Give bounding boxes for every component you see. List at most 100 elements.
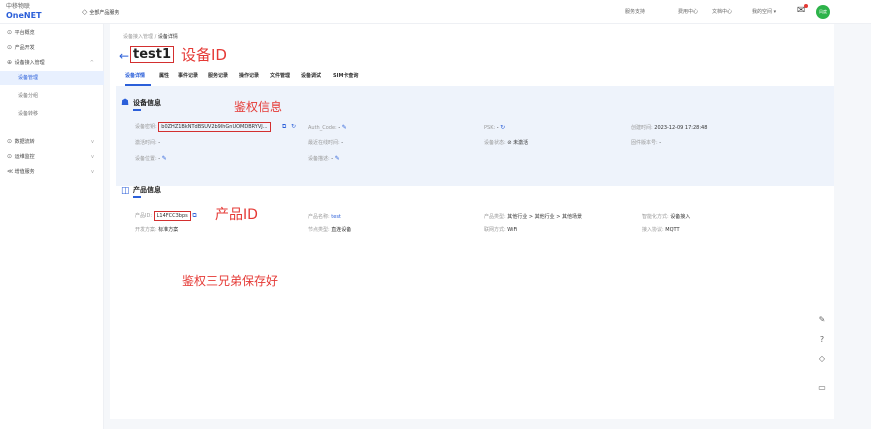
annotation-product-id: 产品ID	[215, 207, 258, 223]
protocol-field: 接入协议: MQTT	[642, 226, 680, 233]
sidebar-item-label: 设备接入管理	[14, 60, 45, 66]
device-desc-value: -	[331, 156, 334, 162]
breadcrumb: 设备接入管理 / 设备详情	[123, 33, 178, 40]
product-type-value: 其他行业 > 其他行业 > 其他场景	[507, 214, 583, 220]
edit-icon[interactable]: ✎	[342, 124, 347, 131]
tab-sim-query[interactable]: SIM卡查询	[333, 72, 358, 79]
psk-label: PSK:	[484, 125, 496, 131]
content-panel: 设备接入管理 / 设备详情 ← test1 设备ID 设备详情 属性 事件记录 …	[110, 24, 834, 419]
device-name: test1	[130, 46, 175, 63]
last-online-label: 最近在线时间:	[308, 140, 340, 146]
network-mode-value: WiFi	[507, 227, 518, 233]
sidebar-item-data-flow[interactable]: ⊙ 数据流转 v	[0, 135, 104, 149]
created-time-field: 创建时间: 2023-12-09 17:28:48	[631, 124, 707, 131]
node-type-value: 直连设备	[331, 227, 352, 233]
device-info-icon: ☗	[121, 98, 130, 108]
overview-icon: ⊙	[7, 29, 13, 36]
dev-scheme-value: 标准方案	[158, 227, 179, 233]
logo-line1: 中移物联	[6, 3, 31, 10]
node-type-label: 节点类型:	[308, 227, 330, 233]
tab-properties[interactable]: 属性	[159, 72, 169, 79]
edit-icon[interactable]: ✎	[815, 313, 829, 327]
monitor-icon: ⊙	[7, 153, 13, 160]
device-secret-label: 设备密钥:	[135, 124, 157, 130]
locate-icon[interactable]: ◇	[815, 352, 829, 366]
sidebar-item-device-group[interactable]: 设备分组	[0, 89, 104, 103]
sidebar-item-label: 数据流转	[14, 139, 35, 145]
firmware-value: -	[659, 140, 662, 146]
tab-services[interactable]: 服务记录	[208, 72, 228, 79]
sidebar-item-product-dev[interactable]: ⊙ 产品开发	[0, 41, 104, 55]
section-underline	[133, 109, 141, 111]
sidebar-item-label: 运维监控	[14, 154, 35, 160]
device-secret-field: 设备密钥: b0ZHZ1BkNTdBSUV2b9lhGnUOMDBRYVJ...	[135, 122, 271, 132]
tab-files[interactable]: 文件管理	[270, 72, 290, 79]
help-icon[interactable]: ?	[815, 333, 829, 347]
support-link[interactable]: 服务支持	[625, 8, 645, 15]
device-location-field: 设备位置: - ✎	[135, 155, 167, 162]
breadcrumb-root[interactable]: 设备接入管理	[123, 34, 153, 40]
auth-code-field: Auth_Code: - ✎	[308, 124, 347, 131]
sidebar-item-value-added[interactable]: ≪ 增值服务 v	[0, 165, 104, 179]
device-status-label: 设备状态:	[484, 140, 506, 146]
tab-debug[interactable]: 设备调试	[301, 72, 321, 79]
device-location-label: 设备位置:	[135, 156, 157, 162]
top-bar: 中移物联 OneNET ◇ 全部产品服务 服务支持 费用中心 文档中心 我的空间 …	[0, 0, 871, 24]
refresh-icon[interactable]: ↻	[291, 123, 296, 130]
sidebar-item-ops-monitor[interactable]: ⊙ 运维监控 v	[0, 150, 104, 164]
grid-icon: ◇	[82, 8, 88, 16]
avatar[interactable]: 风度	[816, 5, 830, 19]
device-desc-label: 设备描述:	[308, 156, 330, 162]
annotation-device-id: 设备ID	[181, 46, 227, 64]
sidebar-item-device-transfer[interactable]: 设备转移	[0, 107, 104, 121]
data-flow-icon: ⊙	[7, 138, 13, 145]
edit-icon[interactable]: ✎	[335, 155, 340, 162]
value-added-icon: ≪	[7, 168, 14, 175]
refresh-icon[interactable]: ↻	[500, 124, 505, 131]
activated-time-value: -	[158, 140, 161, 146]
device-location-value: -	[158, 156, 161, 162]
copy-icon[interactable]: ⧉	[192, 212, 196, 219]
sidebar-item-device-access[interactable]: ⊕ 设备接入管理 ^	[0, 56, 104, 70]
billing-link[interactable]: 费用中心	[678, 8, 698, 15]
breadcrumb-current: 设备详情	[157, 34, 178, 40]
tab-operations[interactable]: 操作记录	[239, 72, 259, 79]
product-info-icon: ◫	[121, 186, 130, 196]
notification-dot	[804, 4, 808, 8]
activated-time-field: 激活时间: -	[135, 139, 160, 146]
back-arrow-icon[interactable]: ←	[119, 49, 129, 63]
protocol-value: MQTT	[665, 227, 680, 233]
tab-events[interactable]: 事件记录	[178, 72, 198, 79]
docs-link[interactable]: 文档中心	[712, 8, 732, 15]
product-name-field: 产品名称: test	[308, 213, 341, 220]
all-products-menu[interactable]: ◇ 全部产品服务	[82, 8, 119, 16]
device-desc-field: 设备描述: - ✎	[308, 155, 340, 162]
section-underline	[133, 196, 141, 198]
created-time-value: 2023-12-09 17:28:48	[654, 125, 708, 131]
sidebar-item-device-management[interactable]: 设备管理	[0, 71, 104, 85]
sidebar-item-overview[interactable]: ⊙ 平台概览	[0, 26, 104, 40]
node-type-field: 节点类型: 直连设备	[308, 226, 351, 233]
edit-icon[interactable]: ✎	[162, 155, 167, 162]
product-icon: ⊙	[7, 44, 13, 51]
network-mode-field: 联网方式: WiFi	[484, 226, 517, 233]
last-online-value: -	[341, 140, 344, 146]
device-status-field: 设备状态: ⊘ 未激活	[484, 139, 528, 146]
message-icon[interactable]: ▭	[815, 381, 829, 395]
device-info-title: 设备信息	[133, 99, 161, 107]
dev-scheme-label: 开发方案:	[135, 227, 157, 233]
product-name-link[interactable]: test	[331, 214, 341, 220]
device-access-icon: ⊕	[7, 59, 13, 66]
protocol-label: 接入协议:	[642, 227, 664, 233]
chevron-down-icon: v	[91, 154, 94, 160]
copy-icon[interactable]: ⧉	[282, 123, 286, 131]
chevron-down-icon: v	[91, 169, 94, 175]
sidebar-item-label: 平台概览	[14, 30, 35, 36]
product-id-value: L14FCC3bps	[153, 211, 191, 221]
tab-device-details[interactable]: 设备详情	[125, 72, 145, 79]
product-name-label: 产品名称:	[308, 214, 330, 220]
my-space-menu[interactable]: 我的空间 ▾	[752, 8, 776, 15]
smart-mode-value: 设备接入	[670, 214, 691, 220]
onenet-logo[interactable]: 中移物联 OneNET	[6, 2, 42, 20]
chevron-up-icon: ^	[89, 60, 94, 66]
